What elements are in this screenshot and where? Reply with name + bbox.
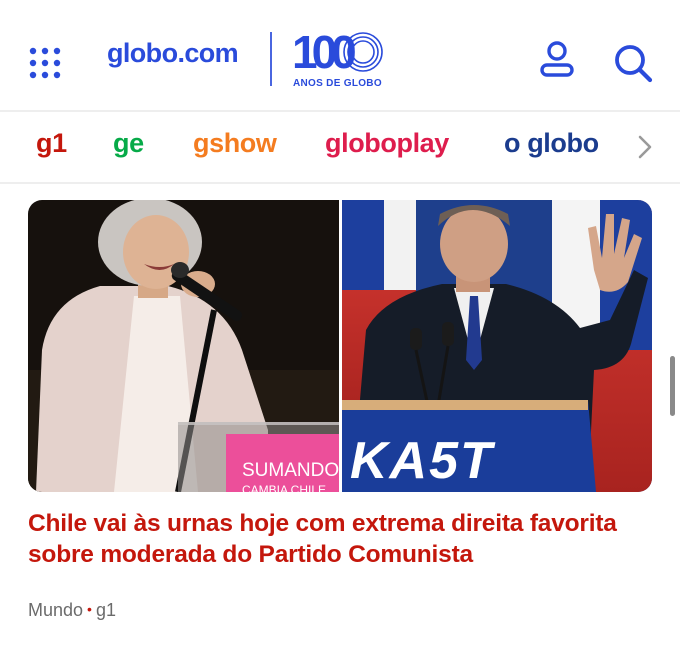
article-meta: Mundo • g1	[28, 600, 116, 621]
nav-item-g1[interactable]: g1	[36, 128, 67, 159]
hero-image[interactable]: SUMANDO CAMBIA CHILE KA5T	[28, 200, 652, 492]
right-podium-text: KA5T	[350, 432, 496, 490]
logo-divider	[270, 32, 272, 86]
left-podium-text-line1: SUMANDO	[242, 460, 339, 481]
article-source: g1	[95, 600, 116, 620]
portal-nav: g1 ge gshow globoplay o globo	[0, 112, 680, 182]
left-podium-text-line2: CAMBIA CHILE	[242, 483, 326, 492]
nav-divider	[0, 182, 680, 184]
right-photo: KA5T	[342, 200, 652, 492]
left-photo: SUMANDO CAMBIA CHILE	[28, 200, 339, 492]
nav-item-globoplay[interactable]: globoplay	[325, 128, 449, 159]
article-headline[interactable]: Chile vai às urnas hoje com extrema dire…	[28, 508, 652, 570]
anniversary-number: 100	[292, 26, 355, 76]
meta-separator: •	[87, 601, 92, 617]
top-header: globo.com 100 ANOS DE GLOBO	[0, 0, 680, 110]
nav-item-o-globo[interactable]: o globo	[504, 128, 599, 159]
article-section: Mundo	[28, 600, 84, 620]
user-icon[interactable]	[538, 40, 576, 80]
search-icon[interactable]	[612, 42, 654, 84]
globo-logo[interactable]: globo.com	[107, 38, 239, 69]
scrollbar[interactable]	[670, 356, 675, 416]
anniversary-caption: ANOS DE GLOBO	[293, 78, 382, 89]
chevron-right-icon[interactable]	[632, 132, 658, 162]
nav-item-ge[interactable]: ge	[113, 128, 144, 159]
apps-grid-icon[interactable]	[28, 46, 62, 80]
nav-item-gshow[interactable]: gshow	[193, 128, 277, 159]
